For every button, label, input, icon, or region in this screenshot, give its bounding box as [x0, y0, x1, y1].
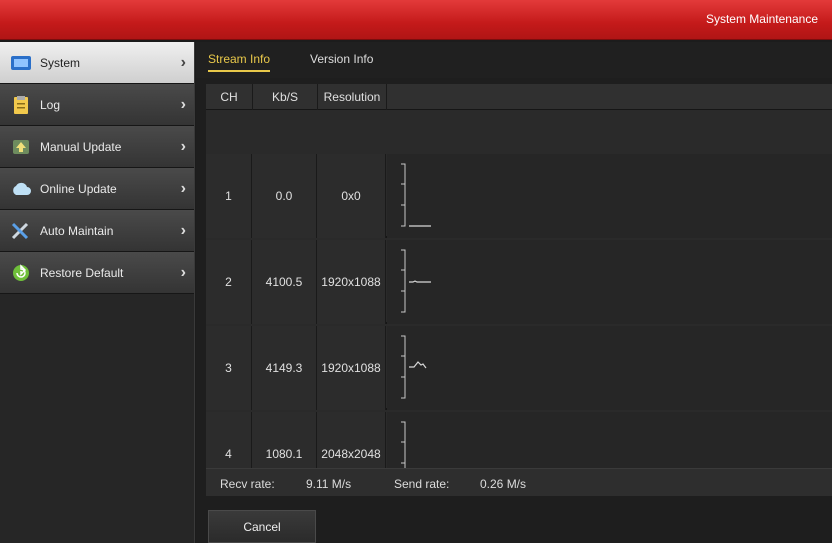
sidebar-item-system[interactable]: System › — [0, 42, 194, 84]
chevron-right-icon: › — [180, 54, 186, 71]
cell-ch: 1 — [206, 154, 252, 238]
send-rate-value: 0.26 M/s — [480, 477, 527, 491]
cell-resolution: 1920x1088 — [317, 326, 386, 410]
chevron-right-icon: › — [180, 180, 186, 197]
sidebar-item-label: System — [40, 55, 81, 70]
bitrate-graph — [387, 154, 832, 238]
sidebar-item-auto-maintain[interactable]: Auto Maintain › — [0, 210, 194, 252]
main-panel: Stream Info Version Info CH Kb/S Resolut… — [196, 42, 832, 543]
sidebar-item-online-update[interactable]: Online Update › — [0, 168, 194, 210]
table-row: 1 0.0 0x0 — [206, 154, 832, 238]
window-title: System Maintenance — [705, 12, 818, 26]
table-header: CH Kb/S Resolution — [206, 84, 832, 110]
recv-rate-value: 9.11 M/s — [306, 477, 352, 491]
title-bar: System Maintenance — [0, 0, 832, 40]
sidebar-item-manual-update[interactable]: Manual Update › — [0, 126, 194, 168]
log-icon — [10, 95, 32, 115]
cell-kbs: 4100.5 — [252, 240, 317, 324]
cell-kbs: 0.0 — [252, 154, 317, 238]
chevron-right-icon: › — [180, 138, 186, 155]
cancel-button[interactable]: Cancel — [208, 510, 316, 543]
restore-icon — [10, 263, 32, 283]
manual-update-icon — [10, 137, 32, 157]
rate-bar: Recv rate: 9.11 M/s Send rate: 0.26 M/s — [206, 468, 832, 496]
chevron-right-icon: › — [180, 222, 186, 239]
header-resolution: Resolution — [323, 90, 381, 104]
cell-ch: 3 — [206, 326, 252, 410]
sidebar-item-label: Auto Maintain — [40, 223, 114, 238]
chevron-right-icon: › — [180, 96, 186, 113]
tab-version-info[interactable]: Version Info — [310, 52, 373, 66]
cell-resolution: 0x0 — [317, 154, 386, 238]
cell-kbs: 4149.3 — [252, 326, 317, 410]
sidebar-item-label: Manual Update — [40, 139, 122, 154]
sidebar: System › Log › Manual Update › Online Up… — [0, 42, 195, 543]
table-row: 3 4149.3 1920x1088 — [206, 326, 832, 410]
bitrate-graph — [387, 326, 832, 410]
cell-resolution: 1920x1088 — [317, 240, 386, 324]
sidebar-item-label: Restore Default — [40, 265, 124, 280]
sidebar-item-label: Online Update — [40, 181, 117, 196]
system-icon — [10, 53, 32, 73]
sidebar-item-log[interactable]: Log › — [0, 84, 194, 126]
send-rate-label: Send rate: — [394, 477, 450, 491]
bitrate-graph — [387, 240, 832, 324]
header-ch: CH — [220, 90, 238, 104]
tab-bar: Stream Info Version Info — [196, 42, 832, 78]
stream-table: CH Kb/S Resolution 1 0.0 0x0 2 4100.5 19… — [206, 84, 832, 496]
recv-rate-label: Recv rate: — [220, 477, 275, 491]
table-row: 2 4100.5 1920x1088 — [206, 240, 832, 324]
sidebar-item-label: Log — [40, 97, 61, 112]
sidebar-item-restore-default[interactable]: Restore Default › — [0, 252, 194, 294]
chevron-right-icon: › — [180, 264, 186, 281]
tab-stream-info[interactable]: Stream Info — [208, 52, 271, 72]
cell-ch: 2 — [206, 240, 252, 324]
tools-icon — [10, 221, 32, 241]
cloud-icon — [10, 179, 32, 199]
header-kbs: Kb/S — [271, 90, 298, 104]
